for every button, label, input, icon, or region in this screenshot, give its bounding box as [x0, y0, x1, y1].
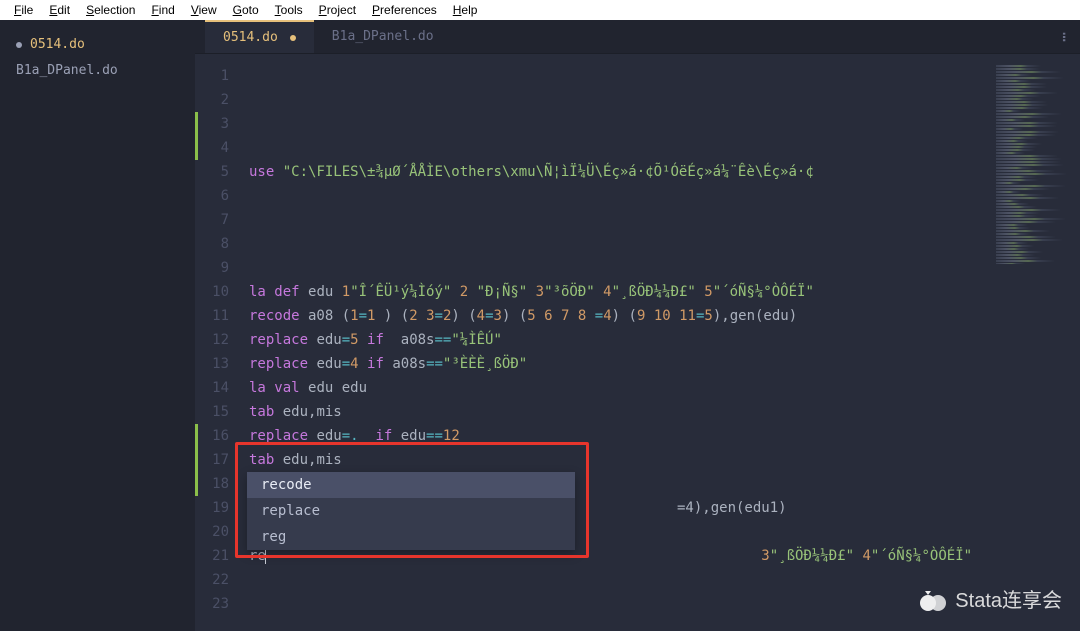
- menu-project[interactable]: Project: [311, 0, 364, 20]
- code-line-20-tail: 3"¸ßÖÐ¼¼Ð£" 4"´óÑ§¼°ÒÔÉÏ": [677, 520, 972, 592]
- menu-find[interactable]: Find: [143, 0, 182, 20]
- menu-edit[interactable]: Edit: [41, 0, 78, 20]
- sidebar-file[interactable]: B1a_DPanel.do: [8, 58, 187, 84]
- code-line[interactable]: [249, 184, 1080, 208]
- autocomplete-option[interactable]: replace: [247, 498, 575, 524]
- code-line[interactable]: la val edu edu: [249, 376, 1080, 400]
- menu-goto[interactable]: Goto: [225, 0, 267, 20]
- minimap[interactable]: [996, 64, 1076, 264]
- code-line[interactable]: [249, 208, 1080, 232]
- code-line[interactable]: tab edu,mis: [249, 400, 1080, 424]
- tab[interactable]: 0514.do: [205, 20, 314, 53]
- sidebar-file[interactable]: 0514.do: [8, 32, 187, 58]
- code-line[interactable]: [249, 256, 1080, 280]
- menu-preferences[interactable]: Preferences: [364, 0, 445, 20]
- code-line[interactable]: replace edu=. if edu==12: [249, 424, 1080, 448]
- tab-overflow-icon[interactable]: ⋯: [1054, 32, 1074, 44]
- tab-bar: 0514.doB1a_DPanel.do ⋯: [195, 20, 1080, 54]
- menu-file[interactable]: File: [6, 0, 41, 20]
- menu-view[interactable]: View: [183, 0, 225, 20]
- code-line[interactable]: [249, 232, 1080, 256]
- code-line[interactable]: la def edu 1"Î´ÊÜ¹ý¼Ìóý" 2 "Ð¡Ñ§" 3"³õÖÐ…: [249, 280, 1080, 304]
- code-line[interactable]: use "C:\FILES\±¾µØ´ÅÅÌE\others\xmu\Ñ¦ìÏ¼…: [249, 160, 1080, 184]
- code-line[interactable]: tab edu,mis: [249, 448, 1080, 472]
- code-editor[interactable]: use "C:\FILES\±¾µØ´ÅÅÌE\others\xmu\Ñ¦ìÏ¼…: [235, 54, 1080, 631]
- autocomplete-popup[interactable]: recodereplacereg: [247, 472, 575, 550]
- code-line[interactable]: recode a08 (1=1 ) (2 3=2) (4=3) (5 6 7 8…: [249, 304, 1080, 328]
- open-files-sidebar: 0514.doB1a_DPanel.do: [0, 20, 195, 631]
- line-number-gutter: 1234567891011121314151617181920212223: [201, 54, 235, 631]
- tab[interactable]: B1a_DPanel.do: [314, 20, 452, 53]
- autocomplete-option[interactable]: recode: [247, 472, 575, 498]
- menu-help[interactable]: Help: [445, 0, 486, 20]
- menu-selection[interactable]: Selection: [78, 0, 143, 20]
- code-line[interactable]: replace edu=4 if a08s=="³ÈÈÈ¸ßÖÐ": [249, 352, 1080, 376]
- code-line-19-tail: =4),gen(edu1): [677, 496, 787, 520]
- code-line[interactable]: [249, 592, 1080, 616]
- code-line[interactable]: [249, 616, 1080, 631]
- menu-bar: FileEditSelectionFindViewGotoToolsProjec…: [0, 0, 1080, 20]
- code-line[interactable]: replace edu=5 if a08s=="¼ÌÊÚ": [249, 328, 1080, 352]
- autocomplete-option[interactable]: reg: [247, 524, 575, 550]
- menu-tools[interactable]: Tools: [267, 0, 311, 20]
